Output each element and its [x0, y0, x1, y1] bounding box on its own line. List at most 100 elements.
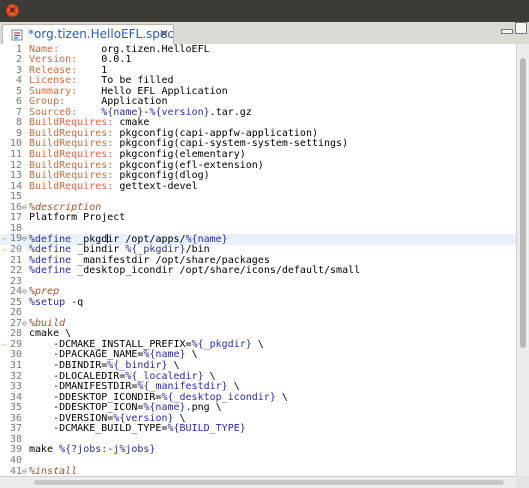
- line-number: 31: [9, 360, 22, 371]
- line-number: 20: [9, 243, 22, 255]
- token-macro: %{_pkgdir}: [191, 338, 252, 350]
- token-tag: License:: [29, 75, 78, 87]
- code-editor[interactable]: 1 Name: org.tizen.HelloEFL 2 Version: 0.0.1…: [0, 44, 516, 476]
- token-text: -DVERSION=: [29, 412, 114, 424]
- token-sec: %install: [29, 465, 78, 476]
- token-macro: %{name}: [143, 402, 186, 414]
- token-macro: %setup: [29, 296, 66, 308]
- tab-bar: *org.tizen.HelloEFL.spec ✕: [0, 22, 529, 45]
- token-text: Hello EFL Application: [77, 85, 228, 97]
- token-text: -DMANIFESTDIR=: [29, 381, 138, 393]
- scrollbar-corner: [516, 476, 529, 488]
- token-macro: %{_pkgdir}: [125, 243, 186, 255]
- token-tag: BuildRequires:: [29, 180, 114, 192]
- token-tag: Name:: [29, 44, 60, 55]
- code-line[interactable]: 14 BuildRequires: gettext-devel: [0, 180, 516, 193]
- token-text: -DPACKAGE_NAME=: [29, 349, 144, 361]
- code-line[interactable]: 23: [0, 276, 516, 288]
- token-text: \: [185, 349, 198, 361]
- token-text: -DLOCALEDIR=: [29, 370, 126, 382]
- fold-toggle-icon[interactable]: ⊖: [22, 319, 28, 330]
- line-number: 22: [9, 265, 22, 277]
- token-tag: Group:: [29, 96, 66, 108]
- token-macro: %{version}: [113, 412, 174, 424]
- fold-toggle-icon[interactable]: ⊖: [22, 287, 28, 298]
- token-macro: %{_manifestdir}: [137, 381, 228, 393]
- token-text: Platform Project: [29, 212, 126, 224]
- token-sec: %build: [29, 317, 66, 329]
- code-line[interactable]: 39 make %{?jobs:-j%jobs}: [0, 445, 516, 456]
- vertical-scroll-thumb[interactable]: [520, 58, 526, 348]
- token-macro: %{name}: [143, 349, 186, 361]
- horizontal-scrollbar[interactable]: [0, 476, 516, 488]
- close-icon: ×: [8, 5, 17, 16]
- fold-toggle-icon[interactable]: ⊖: [22, 203, 28, 214]
- token-text: \: [203, 370, 216, 382]
- token-tag: BuildRequires:: [29, 138, 114, 150]
- code-line[interactable]: 27 ⊖ %build: [0, 317, 516, 330]
- close-icon[interactable]: ✕: [159, 26, 169, 42]
- token-text: pkgconfig(capi-appfw-application): [113, 127, 318, 139]
- line-number: 11: [9, 149, 22, 160]
- code-line[interactable]: 22 %define _desktop_icondir /opt/share/ic…: [0, 265, 516, 277]
- token-tag: Release:: [29, 64, 78, 76]
- token-macro: %{version}: [149, 106, 210, 118]
- code-line[interactable]: 17 Platform Project: [0, 213, 516, 224]
- token-text: /bin: [185, 243, 210, 255]
- line-number: 41: [9, 465, 22, 476]
- fold-toggle-icon[interactable]: ⊖: [22, 234, 28, 245]
- code-line[interactable]: 40: [0, 454, 516, 467]
- token-text: \: [173, 412, 186, 424]
- horizontal-scroll-thumb[interactable]: [34, 480, 504, 485]
- token-text: 0.0.1: [77, 54, 132, 66]
- token-text: -DBINDIR=: [29, 360, 108, 371]
- code-line[interactable]: 18: [0, 223, 516, 235]
- token-tag: BuildRequires:: [29, 149, 114, 160]
- code-line[interactable]: 37 -DCMAKE_BUILD_TYPE=%{BUILD_TYPE}: [0, 424, 516, 435]
- token-text: \: [275, 391, 288, 403]
- token-text: pkgconfig(efl-extension): [113, 159, 264, 171]
- tab-spec-file[interactable]: *org.tizen.HelloEFL.spec ✕: [2, 24, 174, 44]
- token-text: -DCMAKE_INSTALL_PREFIX=: [29, 338, 192, 350]
- token-macro: %{_bindir}: [107, 360, 168, 371]
- window-close-button[interactable]: ×: [6, 4, 19, 17]
- token-tag: Summary:: [29, 85, 78, 97]
- token-text: pkgconfig(dlog): [113, 170, 210, 182]
- token-macro: %{?jobs:-j%jobs}: [59, 444, 156, 456]
- token-text: \: [251, 338, 264, 350]
- code-line[interactable]: 25 %setup -q: [0, 296, 516, 309]
- token-tag: BuildRequires:: [29, 159, 114, 171]
- token-text: To be filled: [77, 75, 174, 87]
- code-line[interactable]: 41 ⊖ %install: [0, 465, 516, 477]
- token-text: 1: [77, 64, 108, 76]
- token-text: _bindir: [71, 243, 126, 255]
- spec-file-icon: [11, 29, 23, 41]
- token-macro: %{BUILD_TYPE}: [167, 423, 246, 435]
- maximize-icon[interactable]: [515, 22, 527, 34]
- token-text: make: [29, 444, 60, 456]
- code-text: %setup -q: [29, 296, 83, 309]
- editor-window: × *org.tizen.HelloEFL.spec ✕ 1 Name: org.…: [0, 0, 529, 488]
- token-macro: %{name}: [101, 106, 144, 118]
- token-text: pkgconfig(capi-system-system-settings): [113, 138, 349, 150]
- code-text: BuildRequires: gettext-devel: [29, 180, 198, 193]
- code-line[interactable]: 26: [0, 308, 516, 319]
- token-text: _manifestdir /opt/share/packages: [71, 254, 270, 266]
- token-text: -DDESKTOP_ICONDIR=: [29, 391, 162, 403]
- vertical-scrollbar[interactable]: [516, 44, 529, 476]
- fold-toggle-icon[interactable]: ⊖: [22, 467, 28, 477]
- token-tag: BuildRequires:: [29, 170, 114, 182]
- line-number: 40: [9, 454, 22, 466]
- tab-title: *org.tizen.HelloEFL.spec: [28, 27, 174, 41]
- token-text: cmake \: [29, 328, 72, 340]
- token-sec: %prep: [29, 286, 60, 298]
- token-text: -DCMAKE_BUILD_TYPE=: [29, 423, 168, 435]
- token-text: gettext-devel: [113, 180, 198, 192]
- minimize-icon[interactable]: [501, 29, 513, 34]
- token-text: \: [227, 381, 240, 393]
- title-bar: ×: [0, 0, 529, 22]
- line-number: 2: [15, 54, 22, 66]
- token-tag: BuildRequires:: [29, 127, 114, 139]
- token-tag: Version:: [29, 54, 78, 66]
